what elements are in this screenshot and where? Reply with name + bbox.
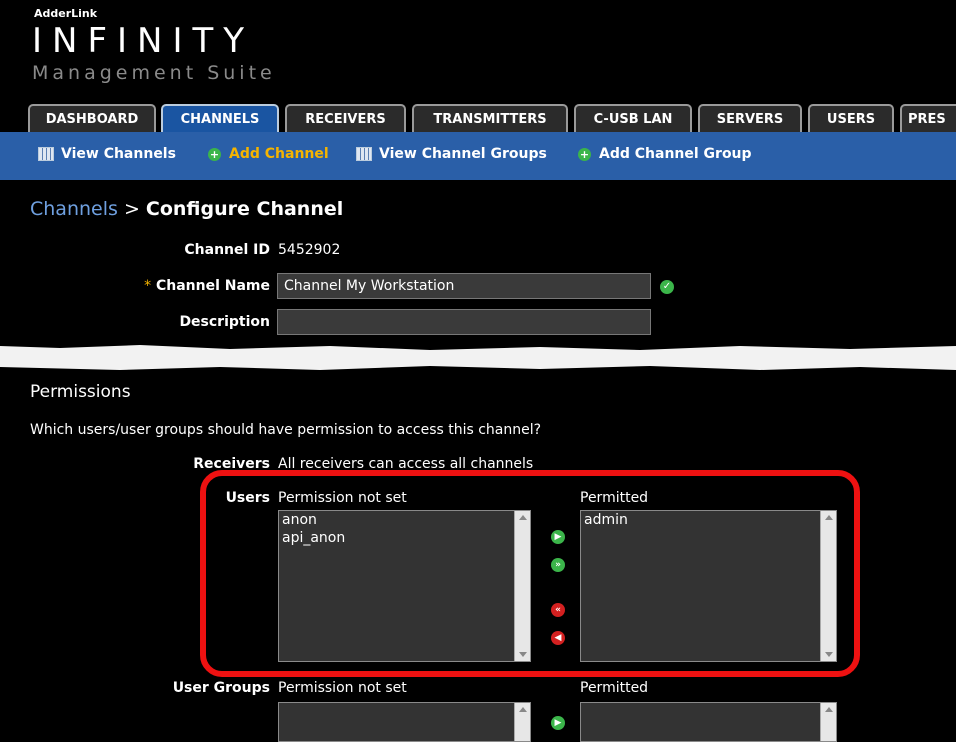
- valid-check-icon: ✓: [660, 280, 674, 294]
- view-channel-groups-label: View Channel Groups: [379, 146, 547, 162]
- brand-adderlink: AdderLink: [34, 7, 98, 20]
- section-break: [0, 345, 956, 370]
- channel-name-label: Channel Name: [155, 278, 270, 294]
- tab-c-usb-lan[interactable]: C-USB LAN: [574, 104, 692, 132]
- channel-id-label: Channel ID: [184, 242, 270, 258]
- tab-dashboard[interactable]: DASHBOARD: [28, 104, 156, 132]
- tab-channels[interactable]: CHANNELS: [161, 104, 279, 132]
- groups-permitted-list[interactable]: [580, 702, 837, 742]
- tab-receivers[interactable]: RECEIVERS: [285, 104, 406, 132]
- breadcrumb-channels-link[interactable]: Channels: [30, 198, 118, 220]
- user-groups-label: User Groups: [172, 680, 270, 696]
- highlight-annotation: [200, 470, 860, 677]
- groups-not-set-header: Permission not set: [278, 680, 407, 696]
- channel-id-value: 5452902: [278, 242, 341, 258]
- plus-icon: +: [578, 147, 591, 161]
- breadcrumb: Channels > Configure Channel: [30, 198, 343, 220]
- description-input[interactable]: [277, 309, 651, 335]
- view-channels-link[interactable]: View Channels: [38, 146, 176, 162]
- move-right-icon[interactable]: ▶: [551, 716, 565, 730]
- grid-icon: [356, 147, 372, 161]
- main-tabs: DASHBOARD CHANNELS RECEIVERS TRANSMITTER…: [0, 104, 956, 132]
- description-label: Description: [179, 314, 270, 330]
- add-channel-group-label: Add Channel Group: [599, 146, 752, 162]
- scrollbar[interactable]: [514, 703, 530, 741]
- grid-icon: [38, 147, 54, 161]
- page-title: Configure Channel: [145, 198, 344, 220]
- scroll-up-icon[interactable]: [519, 707, 527, 712]
- add-channel-link[interactable]: + Add Channel: [208, 146, 329, 162]
- plus-icon: +: [208, 147, 221, 161]
- required-marker: *: [144, 278, 152, 294]
- view-channels-label: View Channels: [61, 146, 176, 162]
- channel-name-input[interactable]: Channel My Workstation: [277, 273, 651, 299]
- groups-permitted-header: Permitted: [580, 680, 649, 696]
- view-channel-groups-link[interactable]: View Channel Groups: [356, 146, 547, 162]
- tab-users[interactable]: USERS: [808, 104, 894, 132]
- breadcrumb-separator: >: [117, 198, 146, 220]
- groups-not-set-list[interactable]: [278, 702, 531, 742]
- channel-name-label-row: * Channel Name: [60, 278, 270, 294]
- permissions-question: Which users/user groups should have perm…: [30, 422, 542, 438]
- tab-transmitters[interactable]: TRANSMITTERS: [412, 104, 568, 132]
- permissions-heading: Permissions: [30, 382, 131, 402]
- brand-infinity: INFINITY: [32, 21, 255, 61]
- tab-presets[interactable]: PRES: [900, 104, 956, 132]
- add-channel-group-link[interactable]: + Add Channel Group: [578, 146, 752, 162]
- scrollbar[interactable]: [820, 703, 836, 741]
- add-channel-label: Add Channel: [229, 146, 329, 162]
- scroll-up-icon[interactable]: [825, 707, 833, 712]
- tab-servers[interactable]: SERVERS: [698, 104, 802, 132]
- brand-subtitle: Management Suite: [32, 62, 276, 84]
